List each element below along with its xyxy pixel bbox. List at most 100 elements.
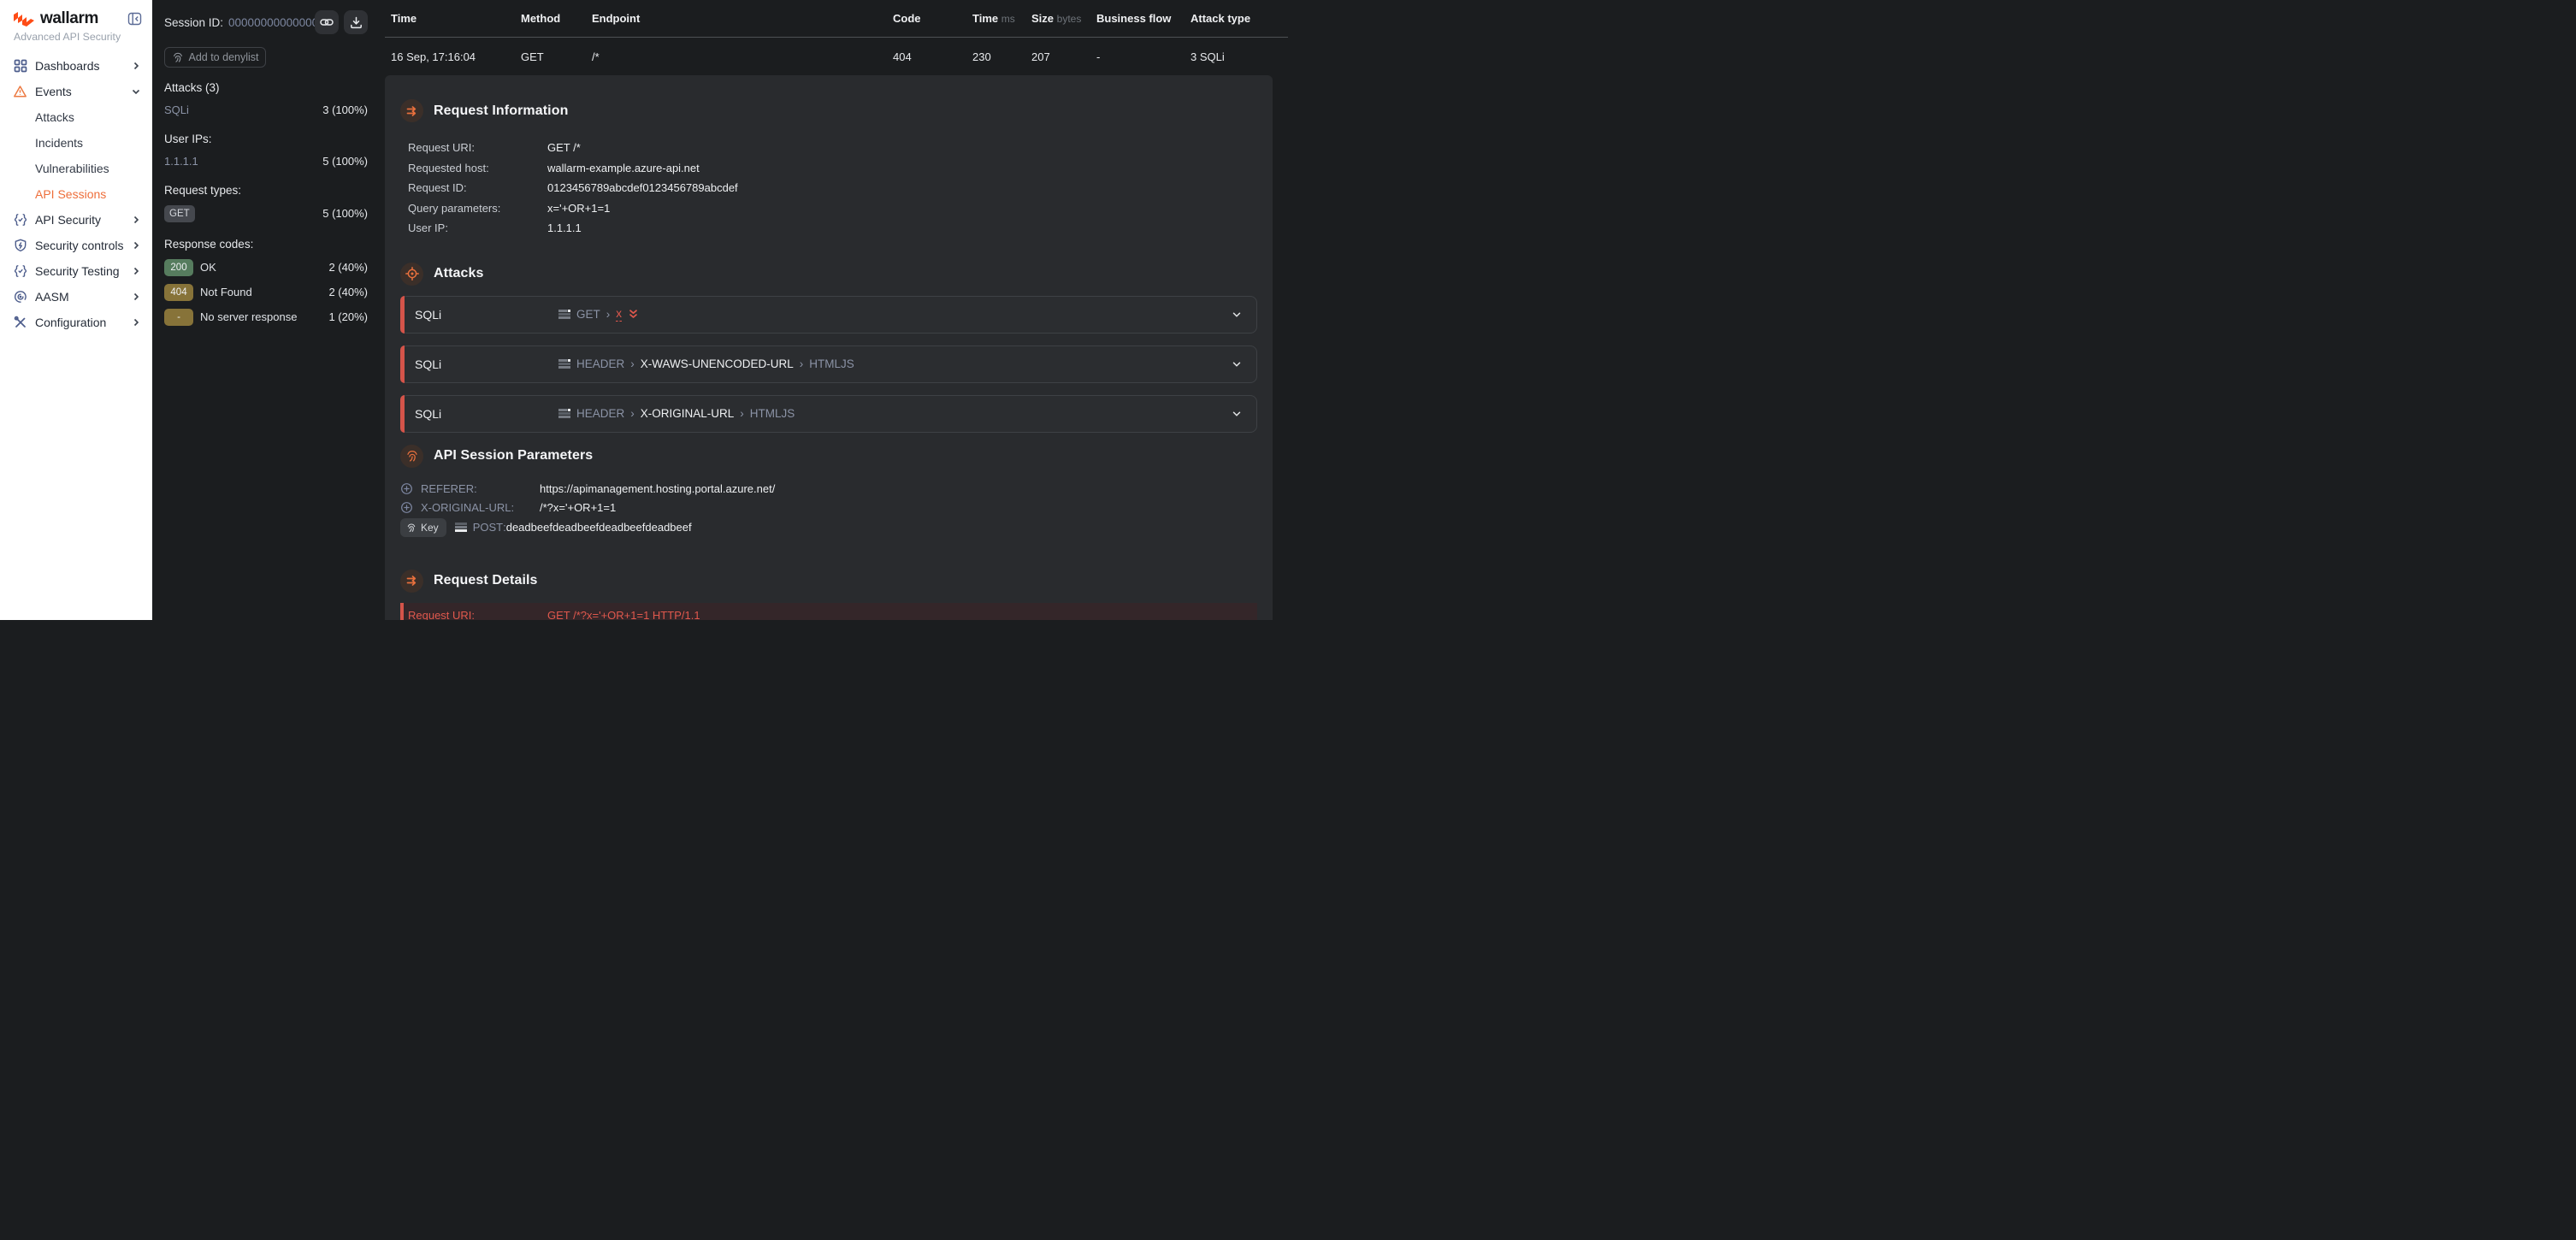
copy-link-button[interactable] — [315, 10, 339, 34]
attack-param: X-WAWS-UNENCODED-URL — [641, 357, 794, 370]
requests-table-header: Time Method Endpoint Code Time ms Size b… — [385, 0, 1288, 38]
download-button[interactable] — [344, 10, 368, 34]
crosshair-icon — [400, 263, 423, 286]
app-root: wallarm Advanced API Security Dashboards — [0, 0, 1288, 620]
wallarm-logo-icon — [14, 12, 34, 27]
main-content: Time Method Endpoint Code Time ms Size b… — [385, 0, 1288, 620]
fingerprint-icon — [400, 445, 423, 468]
sidebar-item-incidents[interactable]: Incidents — [0, 130, 152, 156]
col-code[interactable]: Code — [893, 12, 972, 25]
sidebar: wallarm Advanced API Security Dashboards — [0, 0, 152, 620]
expand-payload-icon[interactable] — [628, 309, 639, 320]
key-badge[interactable]: Key — [400, 518, 446, 537]
sidebar-item-api-sessions[interactable]: API Sessions — [0, 181, 152, 207]
request-information-section-header: Request Information — [400, 99, 1273, 122]
session-parameter-rows: REFERER: https://apimanagement.hosting.p… — [400, 480, 1273, 538]
response-code-row[interactable]: 404 Not Found 2 (40%) — [164, 284, 368, 301]
logo-row: wallarm — [0, 0, 152, 28]
attack-accent-bar — [400, 345, 405, 383]
sidebar-item-security-testing[interactable]: Security Testing — [0, 258, 152, 284]
col-time[interactable]: Time — [391, 12, 521, 25]
section-title: Attacks — [434, 266, 484, 281]
chevron-right-icon — [132, 267, 140, 275]
spiral-target-icon — [13, 290, 27, 304]
attack-accent-bar — [400, 395, 405, 433]
session-parameter-row: REFERER: https://apimanagement.hosting.p… — [400, 480, 1273, 499]
sidebar-item-vulnerabilities[interactable]: Vulnerabilities — [0, 156, 152, 181]
section-title: Request Details — [434, 573, 538, 588]
col-endpoint[interactable]: Endpoint — [592, 12, 893, 25]
flag-icon — [558, 409, 570, 418]
brand-subtitle: Advanced API Security — [0, 28, 152, 43]
status-badge-404: 404 — [164, 284, 193, 301]
highlighted-request-uri-row[interactable]: Request URI:GET /*?x='+OR+1=1 HTTP/1.1 — [400, 603, 1257, 621]
tools-icon — [13, 316, 27, 330]
attack-accent-bar — [400, 296, 405, 334]
attack-card[interactable]: SQLi HEADER › X-WAWS-UNENCODED-URL › HTM… — [400, 345, 1257, 383]
request-detail-panel: Request Information Request URI:GET /* R… — [385, 75, 1273, 620]
attacks-heading: Attacks (3) — [164, 81, 368, 95]
flag-icon — [558, 310, 570, 319]
sidebar-item-api-security[interactable]: API Security — [0, 207, 152, 233]
sidebar-item-security-controls[interactable]: Security controls — [0, 233, 152, 258]
chevron-down-icon — [132, 87, 140, 96]
ip-stat-row[interactable]: 1.1.1.1 5 (100%) — [164, 155, 368, 168]
link-icon — [320, 16, 334, 28]
session-key-row: Key POST: deadbeefdeadbeefdeadbeefdeadbe… — [400, 517, 1273, 538]
section-title: Request Information — [434, 103, 568, 119]
request-row[interactable]: 16 Sep, 17:16:04 GET /* 404 230 207 - 3 … — [385, 38, 1288, 75]
col-time-ms[interactable]: Time ms — [972, 12, 1031, 25]
sidebar-item-dashboards[interactable]: Dashboards — [0, 53, 152, 79]
response-code-row[interactable]: 200 OK 2 (40%) — [164, 259, 368, 276]
method-badge: GET — [164, 205, 195, 222]
circled-plus-icon[interactable] — [400, 482, 414, 495]
request-information-fields: Request URI:GET /* Requested host:wallar… — [408, 138, 1273, 239]
status-badge-200: 200 — [164, 259, 193, 276]
col-method[interactable]: Method — [521, 12, 592, 25]
braces-check-icon — [13, 264, 27, 279]
status-badge-none: - — [164, 309, 193, 326]
col-size[interactable]: Size bytes — [1031, 12, 1096, 25]
brand-name: wallarm — [40, 9, 98, 28]
api-session-parameters-section-header: API Session Parameters — [400, 445, 1273, 468]
attack-card[interactable]: SQLi GET › x — [400, 296, 1257, 334]
attack-card[interactable]: SQLi HEADER › X-ORIGINAL-URL › HTMLJS — [400, 395, 1257, 433]
double-arrow-right-icon — [400, 570, 423, 593]
circled-plus-icon[interactable] — [400, 501, 414, 514]
chevron-right-icon — [132, 318, 140, 327]
warning-icon — [13, 85, 27, 99]
col-business-flow[interactable]: Business flow — [1096, 12, 1191, 25]
sidebar-item-configuration[interactable]: Configuration — [0, 310, 152, 335]
sidebar-item-aasm[interactable]: AASM — [0, 284, 152, 310]
sidebar-collapse-icon[interactable] — [127, 12, 142, 26]
chevron-right-icon — [132, 292, 140, 301]
sidebar-item-label: Events — [35, 85, 72, 98]
fingerprint-icon — [172, 51, 184, 63]
user-ips-heading: User IPs: — [164, 133, 368, 146]
braces-check-icon — [13, 213, 27, 227]
sidebar-item-label: Dashboards — [35, 59, 100, 73]
session-summary-panel: Session ID: 00000000000000... Add to de — [152, 0, 385, 620]
request-type-row[interactable]: GET 5 (100%) — [164, 205, 368, 222]
request-types-heading: Request types: — [164, 184, 368, 198]
chevron-down-icon[interactable] — [1231, 408, 1243, 420]
response-code-row[interactable]: - No server response 1 (20%) — [164, 309, 368, 326]
response-codes-heading: Response codes: — [164, 238, 368, 251]
section-title: API Session Parameters — [434, 448, 593, 464]
chevron-down-icon[interactable] — [1231, 358, 1243, 370]
attack-stat-row[interactable]: SQLi 3 (100%) — [164, 103, 368, 117]
chevron-right-icon — [132, 216, 140, 224]
session-id-label: Session ID: — [164, 16, 223, 29]
double-arrow-right-icon — [400, 99, 423, 122]
col-attack-type[interactable]: Attack type — [1191, 12, 1288, 25]
attack-param: X-ORIGINAL-URL — [641, 407, 735, 420]
add-to-denylist-button[interactable]: Add to denylist — [164, 47, 266, 68]
sidebar-item-events[interactable]: Events — [0, 79, 152, 104]
chevron-down-icon[interactable] — [1231, 309, 1243, 321]
request-details-section-header: Request Details — [400, 570, 1273, 593]
chevron-right-icon — [132, 62, 140, 70]
chevron-right-icon — [132, 241, 140, 250]
session-id-value[interactable]: 00000000000000... — [228, 16, 315, 29]
attack-param[interactable]: x — [616, 307, 622, 322]
sidebar-item-attacks[interactable]: Attacks — [0, 104, 152, 130]
